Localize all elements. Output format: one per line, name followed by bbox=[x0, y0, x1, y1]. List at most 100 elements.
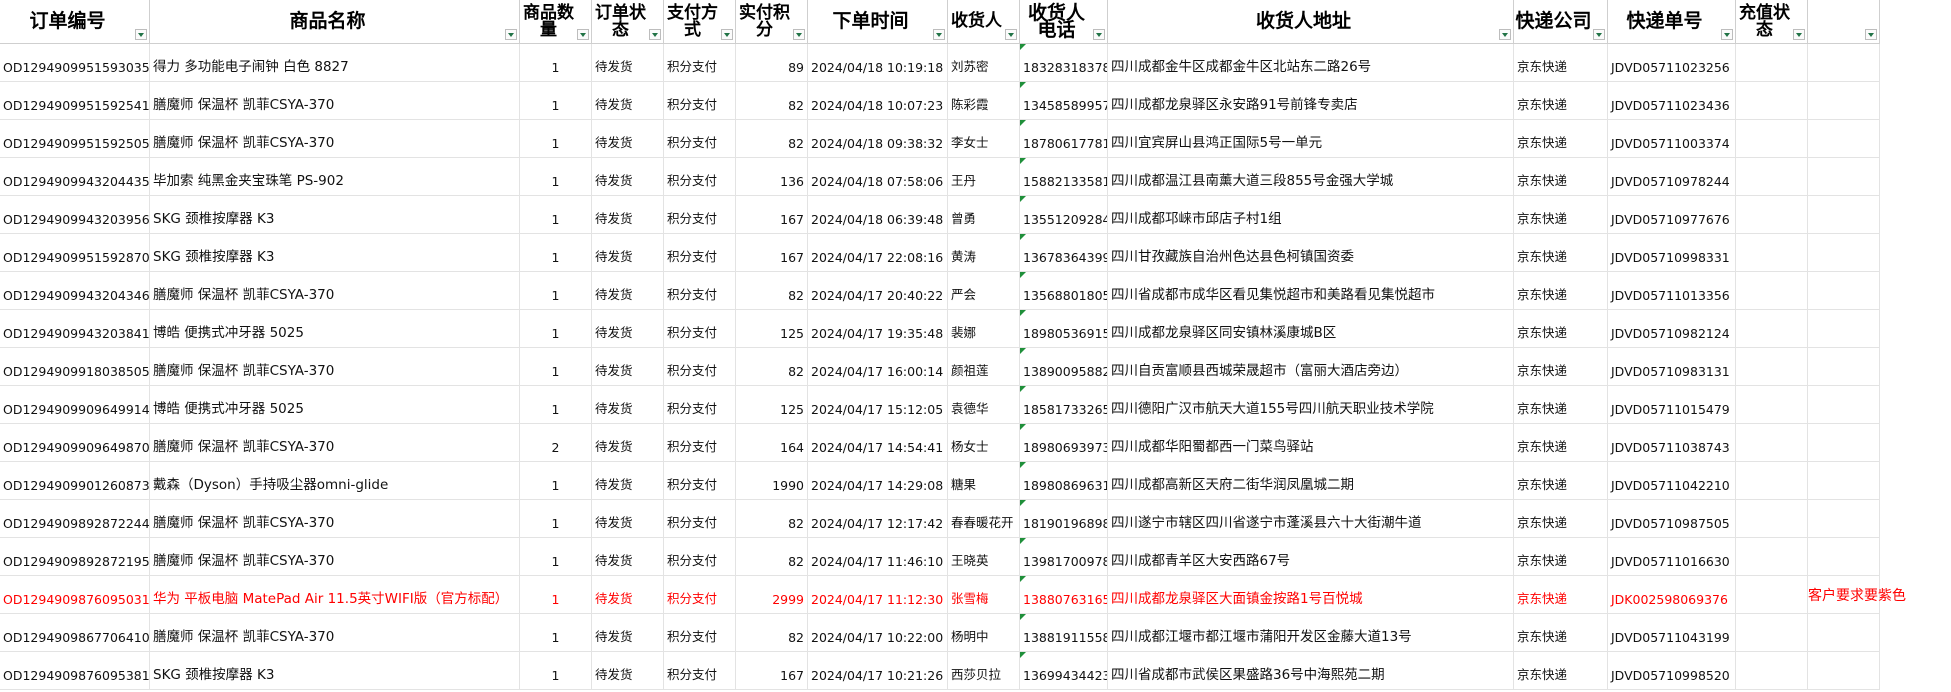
cell-paid-points[interactable]: 89 bbox=[736, 44, 808, 82]
column-header-recharge-status[interactable]: 充值状态 bbox=[1736, 0, 1808, 44]
cell-extra[interactable] bbox=[1808, 120, 1880, 158]
cell-recipient[interactable]: 李女士 bbox=[948, 120, 1020, 158]
cell-product-name[interactable]: 膳魔师 保温杯 凯菲CSYA-370 bbox=[150, 614, 520, 652]
cell-order-time[interactable]: 2024/04/17 10:22:00 bbox=[808, 614, 948, 652]
cell-recipient-address[interactable]: 四川省成都市武侯区果盛路36号中海熙苑二期 bbox=[1108, 652, 1514, 690]
cell-product-name[interactable]: SKG 颈椎按摩器 K3 bbox=[150, 652, 520, 690]
cell-order-status[interactable]: 待发货 bbox=[592, 348, 664, 386]
cell-order-time[interactable]: 2024/04/17 11:12:30 bbox=[808, 576, 948, 614]
column-header-quantity[interactable]: 商品数量 bbox=[520, 0, 592, 44]
cell-product-name[interactable]: 毕加索 纯黑金夹宝珠笔 PS-902 bbox=[150, 158, 520, 196]
cell-payment-method[interactable]: 积分支付 bbox=[664, 614, 736, 652]
cell-recipient-phone[interactable]: 15882133581 bbox=[1020, 158, 1108, 196]
cell-recipient-phone[interactable]: 13568801805 bbox=[1020, 272, 1108, 310]
filter-dropdown-icon[interactable] bbox=[1865, 29, 1877, 40]
cell-quantity[interactable]: 1 bbox=[520, 614, 592, 652]
column-header-extra[interactable] bbox=[1808, 0, 1880, 44]
cell-recipient-phone[interactable]: 13678364399 bbox=[1020, 234, 1108, 272]
cell-extra[interactable] bbox=[1808, 272, 1880, 310]
cell-order-time[interactable]: 2024/04/17 16:00:14 bbox=[808, 348, 948, 386]
cell-order-time[interactable]: 2024/04/18 10:07:23 bbox=[808, 82, 948, 120]
cell-courier[interactable]: 京东快递 bbox=[1514, 500, 1608, 538]
cell-recipient-address[interactable]: 四川宜宾屏山县鸿正国际5号一单元 bbox=[1108, 120, 1514, 158]
cell-recipient[interactable]: 王晓英 bbox=[948, 538, 1020, 576]
cell-extra[interactable] bbox=[1808, 386, 1880, 424]
cell-quantity[interactable]: 1 bbox=[520, 310, 592, 348]
cell-quantity[interactable]: 1 bbox=[520, 82, 592, 120]
cell-recipient-address[interactable]: 四川德阳广汉市航天大道155号四川航天职业技术学院 bbox=[1108, 386, 1514, 424]
cell-tracking-number[interactable]: JDVD05711016630 bbox=[1608, 538, 1736, 576]
cell-extra[interactable] bbox=[1808, 158, 1880, 196]
cell-payment-method[interactable]: 积分支付 bbox=[664, 538, 736, 576]
cell-tracking-number[interactable]: JDVD05710987505 bbox=[1608, 500, 1736, 538]
cell-order-id[interactable]: OD1294909951592505 bbox=[0, 120, 150, 158]
cell-quantity[interactable]: 1 bbox=[520, 462, 592, 500]
cell-order-status[interactable]: 待发货 bbox=[592, 310, 664, 348]
cell-courier[interactable]: 京东快递 bbox=[1514, 462, 1608, 500]
cell-order-id[interactable]: OD1294909876095031 bbox=[0, 576, 150, 614]
cell-recipient-phone[interactable]: 13551209284 bbox=[1020, 196, 1108, 234]
column-header-payment-method[interactable]: 支付方式 bbox=[664, 0, 736, 44]
cell-product-name[interactable]: 博皓 便携式冲牙器 5025 bbox=[150, 386, 520, 424]
cell-order-id[interactable]: OD1294909951592541 bbox=[0, 82, 150, 120]
column-header-paid-points[interactable]: 实付积分 bbox=[736, 0, 808, 44]
cell-payment-method[interactable]: 积分支付 bbox=[664, 158, 736, 196]
column-header-order-status[interactable]: 订单状态 bbox=[592, 0, 664, 44]
cell-order-time[interactable]: 2024/04/18 06:39:48 bbox=[808, 196, 948, 234]
cell-extra[interactable] bbox=[1808, 462, 1880, 500]
cell-courier[interactable]: 京东快递 bbox=[1514, 272, 1608, 310]
cell-order-time[interactable]: 2024/04/18 09:38:32 bbox=[808, 120, 948, 158]
cell-quantity[interactable]: 1 bbox=[520, 538, 592, 576]
cell-order-time[interactable]: 2024/04/18 07:58:06 bbox=[808, 158, 948, 196]
cell-recipient-address[interactable]: 四川成都青羊区大安西路67号 bbox=[1108, 538, 1514, 576]
cell-tracking-number[interactable]: JDVD05711023256 bbox=[1608, 44, 1736, 82]
cell-courier[interactable]: 京东快递 bbox=[1514, 234, 1608, 272]
cell-recharge-status[interactable] bbox=[1736, 120, 1808, 158]
cell-recipient-address[interactable]: 四川成都邛崃市邱店子村1组 bbox=[1108, 196, 1514, 234]
cell-tracking-number[interactable]: JDVD05710978244 bbox=[1608, 158, 1736, 196]
cell-recipient[interactable]: 袁德华 bbox=[948, 386, 1020, 424]
column-header-product-name[interactable]: 商品名称 bbox=[150, 0, 520, 44]
filter-dropdown-icon[interactable] bbox=[577, 29, 589, 40]
cell-order-id[interactable]: OD1294909909649914 bbox=[0, 386, 150, 424]
column-header-order-time[interactable]: 下单时间 bbox=[808, 0, 948, 44]
cell-product-name[interactable]: 膳魔师 保温杯 凯菲CSYA-370 bbox=[150, 538, 520, 576]
filter-dropdown-icon[interactable] bbox=[1793, 29, 1805, 40]
cell-paid-points[interactable]: 82 bbox=[736, 500, 808, 538]
cell-order-id[interactable]: OD1294909951592870 bbox=[0, 234, 150, 272]
cell-extra[interactable] bbox=[1808, 44, 1880, 82]
cell-tracking-number[interactable]: JDVD05711013356 bbox=[1608, 272, 1736, 310]
cell-order-id[interactable]: OD1294909867706410 bbox=[0, 614, 150, 652]
cell-recipient[interactable]: 陈彩霞 bbox=[948, 82, 1020, 120]
cell-paid-points[interactable]: 82 bbox=[736, 538, 808, 576]
cell-order-status[interactable]: 待发货 bbox=[592, 652, 664, 690]
filter-dropdown-icon[interactable] bbox=[933, 29, 945, 40]
cell-payment-method[interactable]: 积分支付 bbox=[664, 44, 736, 82]
cell-order-time[interactable]: 2024/04/17 12:17:42 bbox=[808, 500, 948, 538]
cell-extra[interactable] bbox=[1808, 614, 1880, 652]
cell-payment-method[interactable]: 积分支付 bbox=[664, 500, 736, 538]
cell-recipient-address[interactable]: 四川成都龙泉驿区永安路91号前锋专卖店 bbox=[1108, 82, 1514, 120]
cell-paid-points[interactable]: 125 bbox=[736, 386, 808, 424]
cell-payment-method[interactable]: 积分支付 bbox=[664, 424, 736, 462]
cell-tracking-number[interactable]: JDVD05711042210 bbox=[1608, 462, 1736, 500]
cell-courier[interactable]: 京东快递 bbox=[1514, 538, 1608, 576]
cell-payment-method[interactable]: 积分支付 bbox=[664, 576, 736, 614]
cell-quantity[interactable]: 1 bbox=[520, 120, 592, 158]
cell-recharge-status[interactable] bbox=[1736, 500, 1808, 538]
cell-recipient-phone[interactable]: 13881911558 bbox=[1020, 614, 1108, 652]
cell-recipient[interactable]: 张雪梅 bbox=[948, 576, 1020, 614]
cell-quantity[interactable]: 2 bbox=[520, 424, 592, 462]
cell-order-status[interactable]: 待发货 bbox=[592, 462, 664, 500]
cell-recipient-phone[interactable]: 18980869631 bbox=[1020, 462, 1108, 500]
cell-order-status[interactable]: 待发货 bbox=[592, 614, 664, 652]
cell-courier[interactable]: 京东快递 bbox=[1514, 348, 1608, 386]
cell-tracking-number[interactable]: JDVD05711023436 bbox=[1608, 82, 1736, 120]
cell-recipient[interactable]: 严会 bbox=[948, 272, 1020, 310]
cell-tracking-number[interactable]: JDVD05710983131 bbox=[1608, 348, 1736, 386]
cell-order-id[interactable]: OD1294909876095381 bbox=[0, 652, 150, 690]
cell-extra[interactable] bbox=[1808, 348, 1880, 386]
cell-extra[interactable] bbox=[1808, 82, 1880, 120]
filter-dropdown-icon[interactable] bbox=[649, 29, 661, 40]
cell-recipient-phone[interactable]: 13458589957 bbox=[1020, 82, 1108, 120]
